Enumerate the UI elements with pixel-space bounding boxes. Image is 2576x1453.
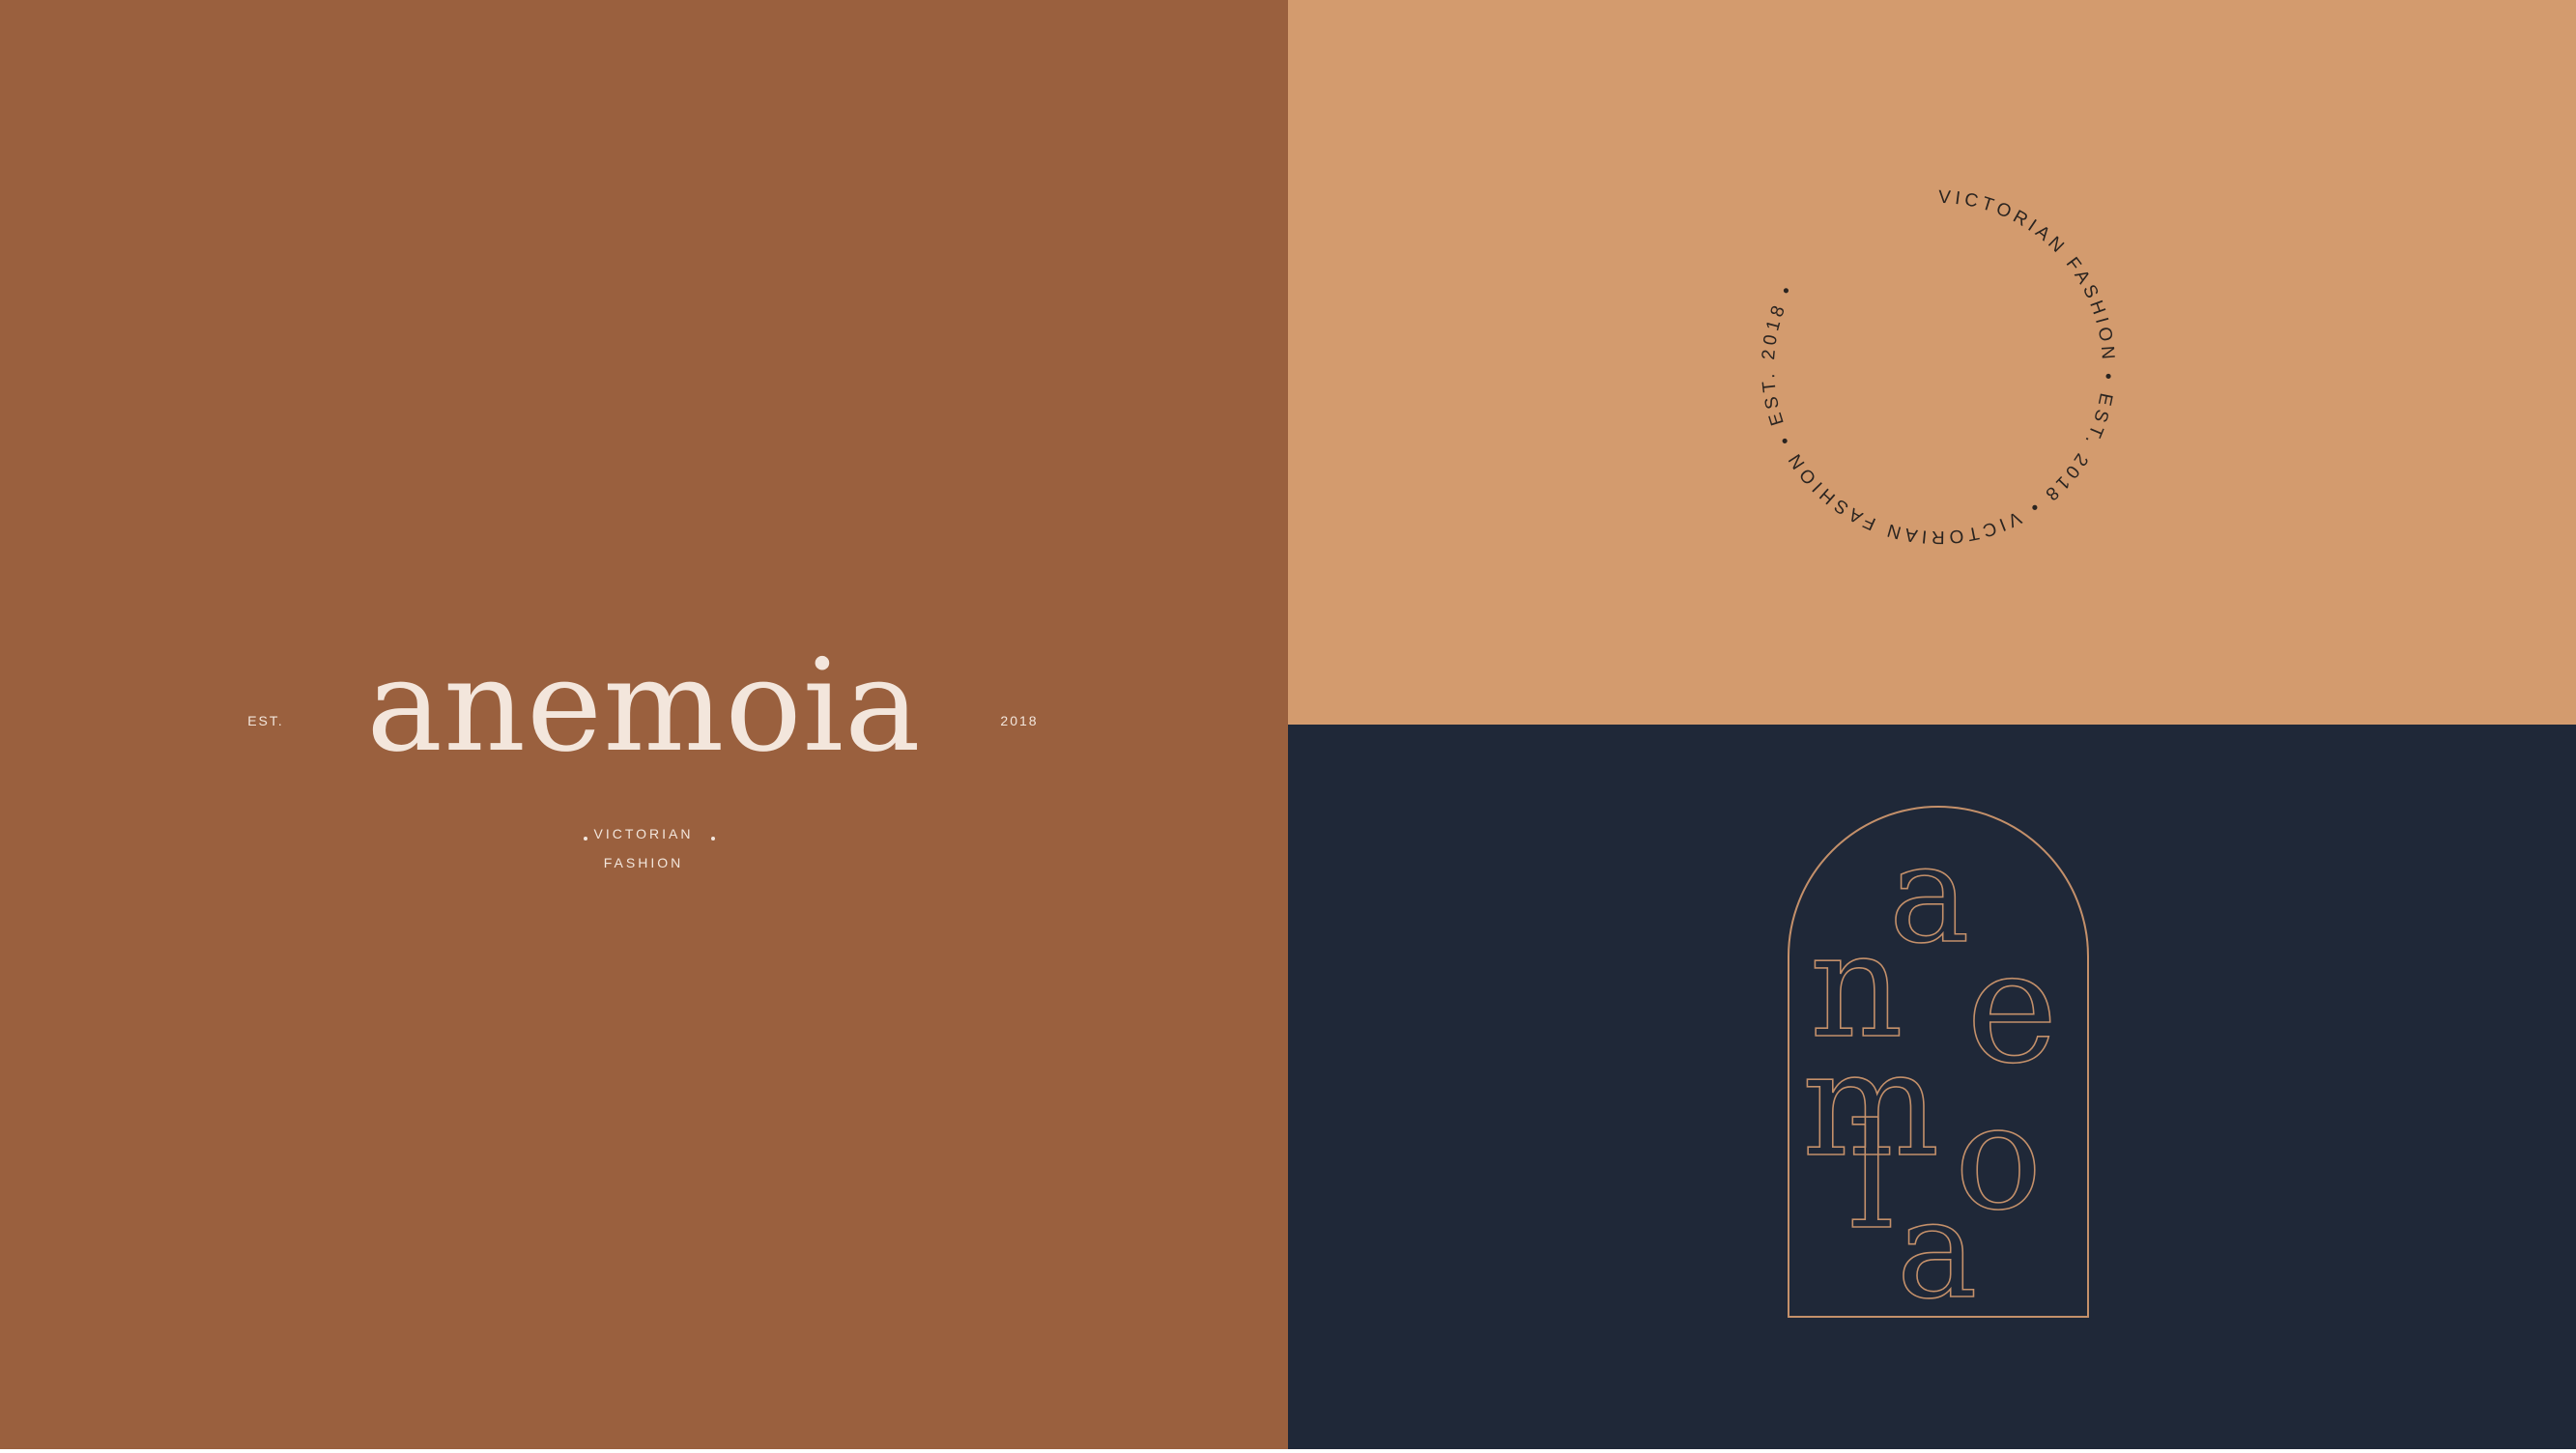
tagline: VICTORIAN FASHION [547,819,740,877]
monogram-letter-l: l [1848,1094,1895,1262]
arch-monogram: a n e m l o a [1788,806,2089,1330]
monogram-letter-e: e [1966,917,2058,1097]
badge-circular-text: VICTORIAN FASHION • EST. 2018 • VICTORIA… [1759,187,2118,547]
est-year: 2018 [1000,713,1039,728]
tagline-dot-right [711,837,715,840]
badge-text-span: VICTORIAN FASHION • EST. 2018 • VICTORIA… [1759,187,2118,547]
circular-badge: VICTORIAN FASHION • EST. 2018 • VICTORIA… [1759,187,2118,547]
badge-panel: VICTORIAN FASHION • EST. 2018 • VICTORIA… [1288,0,2576,725]
brand-wordmark: anemoia [366,632,922,781]
monogram-panel: a n e m l o a [1288,725,2576,1449]
tagline-line-2: FASHION [603,855,684,870]
monogram-letter-a-bottom: a [1897,1172,1977,1329]
tagline-line-1: VICTORIAN [593,826,694,841]
wordmark-panel: EST. anemoia 2018 VICTORIAN FASHION [0,0,1288,1449]
